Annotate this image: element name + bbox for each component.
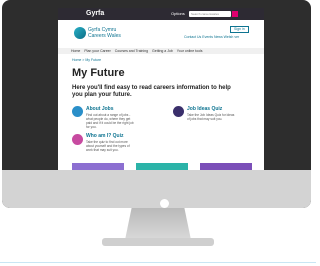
about-jobs-icon[interactable]: [72, 106, 83, 117]
breadcrumb[interactable]: Home > My Future: [72, 58, 101, 62]
feature-image[interactable]: [200, 163, 252, 170]
power-button-icon: [160, 199, 169, 208]
options-link[interactable]: Options: [171, 11, 185, 16]
page-title: My Future: [72, 67, 125, 79]
job-ideas-quiz-text: Take the Job Ideas Quiz for ideas of job…: [187, 113, 235, 121]
top-bar: Gyrfa Options Search careerswales: [58, 8, 264, 20]
monitor-stand: [125, 208, 191, 240]
monitor-stand-base: [102, 238, 214, 246]
about-jobs-text: Find out about a range of jobs - what pe…: [86, 113, 134, 129]
search-button[interactable]: [232, 11, 238, 17]
search-input[interactable]: Search careerswales: [189, 11, 231, 17]
nav-item-courses[interactable]: Courses and Training: [115, 49, 148, 53]
logo-line-english: Careers Wales: [88, 33, 121, 39]
monitor-chin: [2, 170, 311, 208]
nav-item-home[interactable]: Home: [71, 49, 80, 53]
about-jobs-link[interactable]: About Jobs: [86, 106, 114, 112]
main-nav: Home Plan your Career Courses and Traini…: [58, 48, 264, 54]
nav-item-plan-career[interactable]: Plan your Career: [84, 49, 110, 53]
feature-image[interactable]: [136, 163, 188, 170]
job-ideas-quiz-link[interactable]: Job Ideas Quiz: [187, 106, 222, 112]
nav-item-getting-job[interactable]: Getting a Job: [152, 49, 173, 53]
who-am-i-quiz-icon[interactable]: [72, 134, 83, 145]
sign-in-button[interactable]: Sign in: [230, 26, 249, 33]
monitor-screen: Gyrfa Options Search careerswales Gyrfa …: [58, 8, 264, 170]
feature-image[interactable]: [72, 163, 124, 170]
careers-wales-logo-icon[interactable]: [74, 27, 86, 39]
job-ideas-quiz-icon[interactable]: [173, 106, 184, 117]
nav-item-online-tools[interactable]: Your online tools: [177, 49, 203, 53]
intro-text: Here you'll find easy to read careers in…: [72, 85, 231, 98]
who-am-i-quiz-link[interactable]: Who am I? Quiz: [86, 133, 124, 139]
brand-mark[interactable]: Gyrfa: [86, 10, 104, 17]
site-logo-text[interactable]: Gyrfa Cymru Careers Wales: [88, 27, 121, 39]
who-am-i-quiz-text: Take the quiz to find out more about you…: [86, 140, 130, 152]
site-header: Gyrfa Cymru Careers Wales Sign in Contac…: [58, 20, 264, 48]
header-links[interactable]: Contact Us Events News Welsh ver: [184, 35, 239, 39]
bottom-divider: [0, 262, 316, 263]
